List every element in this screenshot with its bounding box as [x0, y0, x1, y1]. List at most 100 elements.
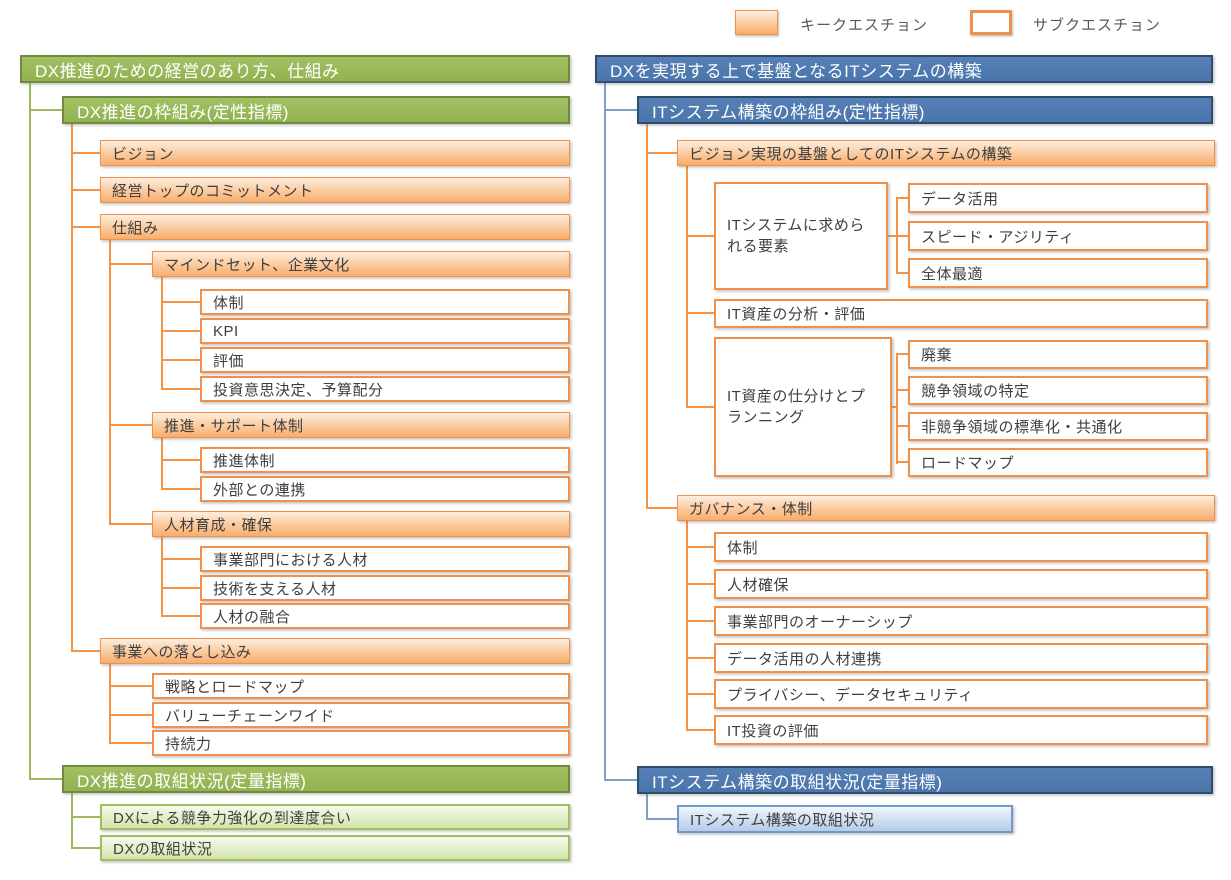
node-valuechain-wide: バリューチェーンワイド [152, 702, 570, 728]
node-promotion-support: 推進・サポート体制 [152, 412, 570, 438]
node-technical-hr: 技術を支える人材 [200, 575, 570, 601]
connector-line [71, 152, 100, 154]
node-business-unit-hr: 事業部門における人材 [200, 546, 570, 572]
connector-line [686, 406, 714, 408]
node-kpi: KPI [200, 318, 570, 344]
connector-line [109, 664, 111, 744]
connector-line [109, 263, 152, 265]
connector-line [646, 794, 648, 820]
connector-line [646, 818, 677, 820]
connector-line [71, 650, 100, 652]
connector-line [604, 83, 606, 781]
node-business-ownership: 事業部門のオーナーシップ [714, 606, 1208, 636]
connector-line [896, 389, 908, 391]
node-taisei: 体制 [200, 289, 570, 315]
sub-question-legend-label: サブクエスチョン [1033, 14, 1161, 35]
connector-line [896, 197, 908, 199]
node-hr-securing: 人材確保 [714, 569, 1208, 599]
connector-line [109, 424, 152, 426]
connector-line [686, 693, 714, 695]
connector-line [109, 685, 152, 687]
connector-line [161, 488, 200, 490]
connector-line [29, 109, 62, 111]
connector-line [686, 166, 688, 407]
connector-line [896, 353, 898, 464]
connector-line [646, 507, 677, 509]
connector-line [161, 587, 200, 589]
connector-line [161, 459, 200, 461]
connector-line [161, 537, 163, 617]
connector-line [71, 189, 100, 191]
node-dx-initiatives-status: DXの取組状況 [100, 835, 570, 861]
node-top-commitment: 経営トップのコミットメント [100, 177, 570, 203]
connector-line [161, 359, 200, 361]
connector-line [161, 438, 163, 490]
node-noncompetitive-standardization: 非競争領域の標準化・共通化 [908, 412, 1208, 441]
connector-line [686, 620, 714, 622]
connector-line [161, 388, 200, 390]
node-business-deployment: 事業への落とし込み [100, 638, 570, 664]
connector-line [604, 779, 637, 781]
key-question-swatch [735, 10, 778, 35]
connector-line [161, 558, 200, 560]
connector-line [896, 353, 908, 355]
connector-line [604, 109, 637, 111]
connector-line [686, 729, 714, 731]
node-disposal: 廃棄 [908, 340, 1208, 369]
node-privacy-security: プライバシー、データセキュリティ [714, 679, 1208, 709]
node-dx-management-root: DX推進のための経営のあり方、仕組み [20, 55, 570, 83]
connector-line [896, 461, 908, 463]
connector-line [161, 615, 200, 617]
connector-line [161, 301, 200, 303]
node-overall-optimization: 全体最適 [908, 258, 1208, 288]
connector-line [71, 124, 73, 652]
connector-line [161, 277, 163, 389]
dx-assessment-structure-diagram: キークエスチョン サブクエスチョン DX推進のための経営のあり方、仕組み DX推… [0, 0, 1231, 880]
connector-line [71, 816, 100, 818]
node-competitive-area: 競争領域の特定 [908, 376, 1208, 405]
connector-line [646, 152, 677, 154]
node-it-initiatives-status: ITシステム構築の取組状況 [677, 805, 1013, 833]
connector-line [161, 330, 200, 332]
node-it-asset-analysis: IT資産の分析・評価 [714, 299, 1208, 328]
sub-question-swatch [970, 10, 1012, 35]
node-hr-fusion: 人材の融合 [200, 603, 570, 629]
connector-line [896, 272, 908, 274]
node-hr-development: 人材育成・確保 [152, 511, 570, 537]
node-investment-decision: 投資意思決定、予算配分 [200, 376, 570, 402]
node-it-asset-sorting-planning: IT資産の仕分けとプランニング [714, 337, 892, 477]
node-it-system-root: DXを実現する上で基盤となるITシステムの構築 [595, 55, 1213, 83]
connector-line [686, 521, 688, 731]
key-question-legend-label: キークエスチョン [800, 14, 928, 35]
node-dx-framework-qualitative: DX推進の枠組み(定性指標) [62, 96, 570, 124]
connector-line [109, 523, 152, 525]
connector-line [888, 235, 908, 237]
connector-line [896, 425, 908, 427]
node-data-utilization: データ活用 [908, 183, 1208, 213]
node-it-investment-evaluation: IT投資の評価 [714, 715, 1208, 745]
connector-line [71, 793, 73, 849]
connector-line [686, 312, 714, 314]
connector-line [71, 226, 100, 228]
connector-line [686, 657, 714, 659]
node-speed-agility: スピード・アジリティ [908, 221, 1208, 251]
connector-line [686, 546, 714, 548]
connector-line [646, 124, 648, 509]
node-external-collaboration: 外部との連携 [200, 476, 570, 502]
node-it-status-quantitative: ITシステム構築の取組状況(定量指標) [637, 766, 1213, 794]
node-dx-status-quantitative: DX推進の取組状況(定量指標) [62, 765, 570, 793]
node-sustainability: 持続力 [152, 730, 570, 756]
connector-line [71, 847, 100, 849]
connector-line [892, 406, 898, 408]
node-competitiveness-achievement: DXによる競争力強化の到達度合い [100, 804, 570, 830]
connector-line [109, 240, 111, 524]
connector-line [686, 235, 714, 237]
connector-line [29, 778, 62, 780]
node-vision: ビジョン [100, 140, 570, 166]
node-governance-structure: ガバナンス・体制 [677, 495, 1215, 521]
node-roadmap: ロードマップ [908, 448, 1208, 477]
node-promotion-structure: 推進体制 [200, 447, 570, 473]
node-hyouka: 評価 [200, 347, 570, 373]
node-data-hr-collaboration: データ活用の人材連携 [714, 643, 1208, 673]
node-it-for-vision: ビジョン実現の基盤としてのITシステムの構築 [677, 140, 1215, 166]
